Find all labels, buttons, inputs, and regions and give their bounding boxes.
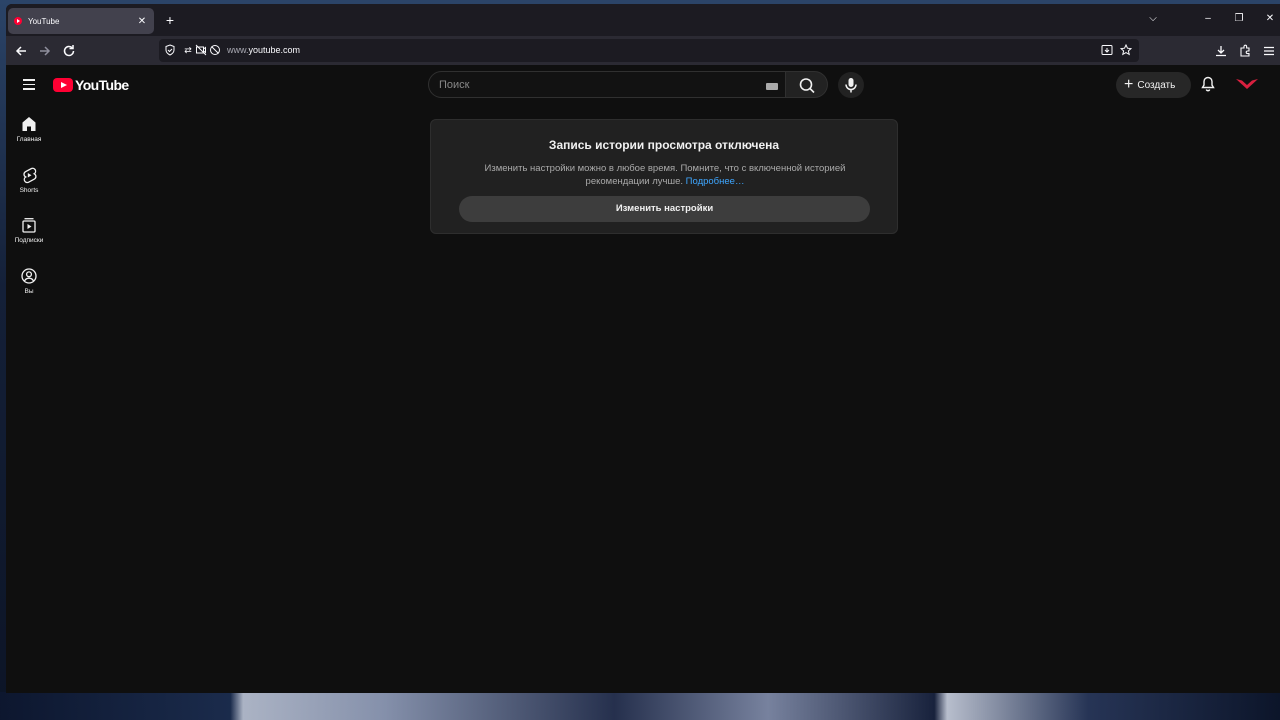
restore-button[interactable]: ❐ bbox=[1232, 13, 1246, 25]
search-icon bbox=[799, 78, 815, 94]
notifications-button[interactable] bbox=[1199, 75, 1217, 93]
reload-button[interactable] bbox=[61, 43, 77, 59]
avatar-image bbox=[1236, 79, 1258, 89]
history-paused-card: Запись истории просмотра отключена Измен… bbox=[430, 119, 898, 234]
search-box bbox=[428, 71, 786, 98]
tab-title: YouTube bbox=[28, 16, 60, 26]
tab-youtube[interactable]: YouTube ✕ bbox=[8, 8, 154, 34]
sidebar-item-shorts[interactable]: Shorts bbox=[6, 166, 52, 194]
youtube-logo-text: YouTube bbox=[75, 77, 129, 93]
sidebar-item-label: Главная bbox=[16, 136, 42, 143]
card-description: Изменить настройки можно в любое время. … bbox=[484, 163, 846, 187]
sidebar-item-you[interactable]: Вы bbox=[6, 267, 52, 295]
desktop-wallpaper-strip bbox=[0, 692, 1280, 720]
you-icon bbox=[21, 268, 37, 284]
bookmark-star-icon[interactable] bbox=[1120, 44, 1132, 56]
menu-button[interactable] bbox=[1261, 43, 1277, 59]
plus-icon: + bbox=[1124, 76, 1134, 93]
tab-close-button[interactable]: ✕ bbox=[136, 16, 148, 27]
sidebar-item-subscriptions[interactable]: Подписки bbox=[6, 216, 52, 244]
forward-button[interactable] bbox=[37, 43, 53, 59]
search-input[interactable] bbox=[439, 77, 749, 93]
sidebar-item-label: Подписки bbox=[14, 237, 44, 244]
downloads-button[interactable] bbox=[1213, 43, 1229, 59]
permissions-icon[interactable]: ⇄ bbox=[182, 44, 194, 56]
create-label: Создать bbox=[1137, 79, 1176, 91]
subscriptions-icon bbox=[22, 218, 36, 233]
reader-view-icon[interactable] bbox=[1101, 44, 1113, 56]
list-all-tabs-button[interactable]: ⌵ bbox=[1146, 13, 1160, 25]
hamburger-menu-icon bbox=[1264, 46, 1274, 56]
search-button[interactable] bbox=[786, 71, 828, 98]
url-text[interactable]: www.youtube.com bbox=[227, 45, 300, 55]
extensions-button[interactable] bbox=[1237, 43, 1253, 59]
back-button[interactable] bbox=[13, 43, 29, 59]
learn-more-link[interactable]: Подробнее… bbox=[686, 176, 745, 187]
youtube-play-icon bbox=[53, 78, 73, 92]
new-tab-button[interactable]: + bbox=[162, 12, 178, 28]
microphone-icon bbox=[845, 78, 857, 93]
keyboard-icon[interactable] bbox=[766, 83, 778, 90]
autoplay-blocked-icon[interactable] bbox=[209, 44, 221, 56]
create-button[interactable]: + Создать bbox=[1116, 72, 1191, 98]
browser-window: YouTube ✕ + ⌵ – ❐ ✕ ⇄ www.youtube.com Yo… bbox=[6, 4, 1280, 693]
close-window-button[interactable]: ✕ bbox=[1263, 13, 1277, 25]
youtube-favicon-icon bbox=[14, 17, 22, 25]
avatar[interactable] bbox=[1236, 78, 1258, 90]
tab-bar: YouTube ✕ + ⌵ – ❐ ✕ bbox=[6, 4, 1280, 36]
home-icon bbox=[22, 117, 36, 131]
sidebar-item-label: Shorts bbox=[19, 187, 39, 194]
minimize-button[interactable]: – bbox=[1201, 13, 1215, 25]
navigation-toolbar: ⇄ www.youtube.com bbox=[6, 36, 1280, 65]
card-title: Запись истории просмотра отключена bbox=[548, 138, 780, 152]
change-settings-button[interactable]: Изменить настройки bbox=[459, 196, 870, 222]
back-arrow-icon bbox=[15, 46, 26, 56]
shorts-icon bbox=[23, 167, 37, 184]
guide-menu-button[interactable] bbox=[23, 79, 35, 90]
sidebar-item-home[interactable]: Главная bbox=[6, 115, 52, 143]
sidebar-item-label: Вы bbox=[24, 288, 34, 295]
address-bar[interactable]: ⇄ www.youtube.com bbox=[159, 39, 1139, 62]
reload-icon bbox=[63, 45, 75, 57]
tracking-protection-icon[interactable] bbox=[164, 44, 176, 56]
puzzle-icon bbox=[1240, 44, 1250, 57]
youtube-page: YouTube + Создать Главная Shorts bbox=[6, 65, 1280, 693]
download-icon bbox=[1216, 46, 1226, 57]
bell-icon bbox=[1201, 76, 1215, 92]
camera-blocked-icon[interactable] bbox=[195, 44, 207, 56]
forward-arrow-icon bbox=[40, 46, 51, 56]
youtube-logo[interactable]: YouTube bbox=[53, 77, 129, 93]
voice-search-button[interactable] bbox=[838, 72, 864, 98]
